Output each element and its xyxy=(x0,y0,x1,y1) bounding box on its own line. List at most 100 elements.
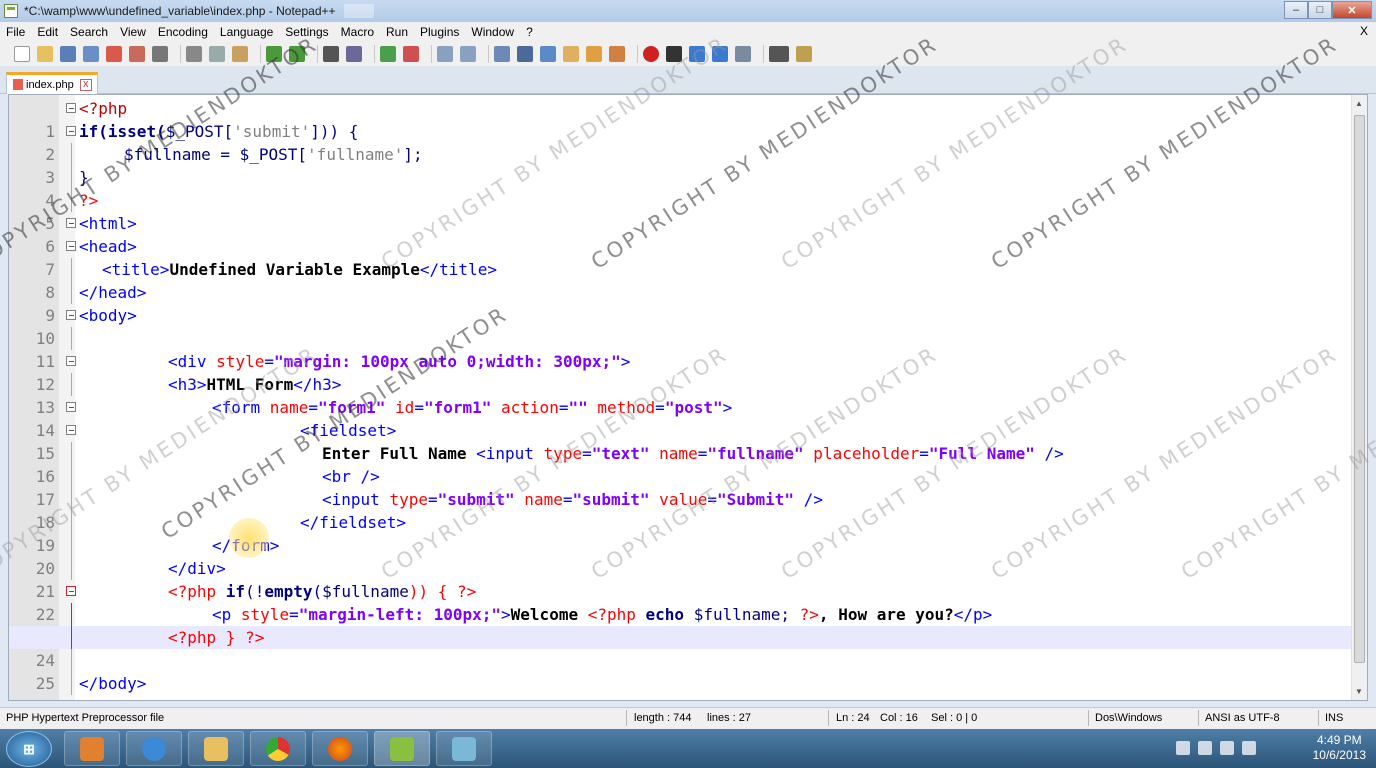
fold-toggle-icon[interactable] xyxy=(66,241,76,251)
scroll-up-icon[interactable]: ▲ xyxy=(1355,99,1363,108)
code-line: 8 <title>Undefined Variable Example</tit… xyxy=(9,258,1351,302)
undo-icon[interactable] xyxy=(266,46,282,62)
redo-icon[interactable] xyxy=(289,46,305,62)
vertical-scrollbar[interactable]: ▲ ▼ xyxy=(1351,95,1367,700)
find-icon[interactable] xyxy=(323,46,339,62)
code-token: = xyxy=(697,444,708,463)
device-icon[interactable] xyxy=(1198,741,1212,755)
menu-help[interactable]: ? xyxy=(520,25,539,39)
close-all-icon[interactable] xyxy=(129,46,145,62)
code-editor[interactable]: 1 <?php 2 if(isset($_POST['submit'])) { … xyxy=(8,94,1368,701)
word-wrap-icon[interactable] xyxy=(494,46,510,62)
code-area[interactable]: 1 <?php 2 if(isset($_POST['submit'])) { … xyxy=(9,97,1351,700)
code-token: echo xyxy=(645,605,694,624)
taskbar-internet-explorer[interactable] xyxy=(126,731,182,766)
code-line: 4 } xyxy=(9,166,1351,210)
volume-icon[interactable] xyxy=(1242,741,1256,755)
code-line: 18 <input type="submit" name="submit" va… xyxy=(9,488,1351,532)
notepadpp-icon xyxy=(390,736,414,761)
zoom-out-icon[interactable] xyxy=(403,46,419,62)
menu-encoding[interactable]: Encoding xyxy=(152,25,214,39)
replace-icon[interactable] xyxy=(346,46,362,62)
notepadpp-icon xyxy=(4,4,18,18)
menu-language[interactable]: Language xyxy=(214,25,279,39)
menu-window[interactable]: Window xyxy=(465,25,520,39)
tab-index-php[interactable]: index.php x xyxy=(6,72,98,94)
taskbar-notepad[interactable] xyxy=(436,731,492,766)
code-token: <input xyxy=(322,490,390,509)
fold-toggle-icon[interactable] xyxy=(66,103,76,113)
ds-plugin-icon[interactable] xyxy=(769,46,789,62)
user-language-icon[interactable] xyxy=(563,46,579,62)
open-file-icon[interactable] xyxy=(37,46,53,62)
code-token: , How are you? xyxy=(818,605,954,624)
fold-toggle-icon[interactable] xyxy=(66,356,76,366)
taskbar-notepadpp[interactable] xyxy=(374,731,430,766)
taskbar-explorer[interactable] xyxy=(188,731,244,766)
maximize-button[interactable]: □ xyxy=(1308,1,1332,19)
play-macro-icon[interactable] xyxy=(689,46,705,62)
show-hidden-icons-icon[interactable] xyxy=(1176,741,1190,755)
menu-view[interactable]: View xyxy=(114,25,152,39)
clock[interactable]: 4:49 PM 10/6/2013 xyxy=(1313,733,1366,763)
save-icon[interactable] xyxy=(60,46,76,62)
fold-toggle-icon[interactable] xyxy=(66,586,76,596)
taskbar-media-player[interactable] xyxy=(64,731,120,766)
current-code-line: 24 <?php } ?> xyxy=(9,626,1351,670)
code-line: 7 <head> xyxy=(9,235,1351,279)
menu-search[interactable]: Search xyxy=(64,25,114,39)
code-token: <br /> xyxy=(322,467,380,486)
tab-close-icon[interactable]: x xyxy=(79,78,92,91)
code-token: ?> xyxy=(245,628,265,647)
stop-recording-icon[interactable] xyxy=(666,46,682,62)
menu-edit[interactable]: Edit xyxy=(31,25,64,39)
toolbar-separator xyxy=(637,45,638,63)
sync-vertical-icon[interactable] xyxy=(437,46,453,62)
plugin-icon[interactable] xyxy=(796,46,812,62)
code-line: 15 <fieldset> xyxy=(9,419,1351,463)
code-token: (! xyxy=(245,582,265,601)
copy-icon[interactable] xyxy=(209,46,225,62)
code-token: <body> xyxy=(79,306,137,325)
code-token: = xyxy=(655,398,665,417)
sync-horizontal-icon[interactable] xyxy=(460,46,476,62)
new-file-icon[interactable] xyxy=(14,46,30,62)
zoom-in-icon[interactable] xyxy=(380,46,396,62)
fold-toggle-icon[interactable] xyxy=(66,218,76,228)
document-close-button[interactable]: X xyxy=(1360,24,1368,38)
function-list-icon[interactable] xyxy=(609,46,625,62)
show-all-chars-icon[interactable] xyxy=(517,46,533,62)
cut-icon[interactable] xyxy=(186,46,202,62)
status-eol: Dos\Windows xyxy=(1095,712,1163,724)
menu-settings[interactable]: Settings xyxy=(279,25,334,39)
taskbar-firefox[interactable] xyxy=(312,731,368,766)
scrollbar-thumb[interactable] xyxy=(1354,115,1365,663)
indent-guide-icon[interactable] xyxy=(540,46,556,62)
save-all-icon[interactable] xyxy=(83,46,99,62)
scroll-down-icon[interactable]: ▼ xyxy=(1355,687,1363,696)
minimize-button[interactable]: – xyxy=(1284,1,1308,19)
fold-line xyxy=(71,327,72,350)
taskbar-chrome[interactable] xyxy=(250,731,306,766)
run-macro-multiple-icon[interactable] xyxy=(712,46,728,62)
code-token: <title> xyxy=(102,260,170,279)
print-icon[interactable] xyxy=(152,46,168,62)
fold-toggle-icon[interactable] xyxy=(66,425,76,435)
fold-toggle-icon[interactable] xyxy=(66,310,76,320)
network-icon[interactable] xyxy=(1220,741,1234,755)
close-file-icon[interactable] xyxy=(106,46,122,62)
menu-plugins[interactable]: Plugins xyxy=(414,25,465,39)
menu-file[interactable]: File xyxy=(0,25,31,39)
paste-icon[interactable] xyxy=(232,46,248,62)
menu-run[interactable]: Run xyxy=(380,25,414,39)
code-token: </title> xyxy=(419,260,497,279)
fold-toggle-icon[interactable] xyxy=(66,402,76,412)
code-token: Enter Full Name xyxy=(322,444,477,463)
close-button[interactable]: ✕ xyxy=(1332,1,1372,19)
start-button[interactable]: ⊞ xyxy=(6,731,52,767)
record-macro-icon[interactable] xyxy=(643,46,659,62)
save-macro-icon[interactable] xyxy=(735,46,751,62)
fold-toggle-icon[interactable] xyxy=(66,126,76,136)
menu-macro[interactable]: Macro xyxy=(335,25,380,39)
doc-map-icon[interactable] xyxy=(586,46,602,62)
